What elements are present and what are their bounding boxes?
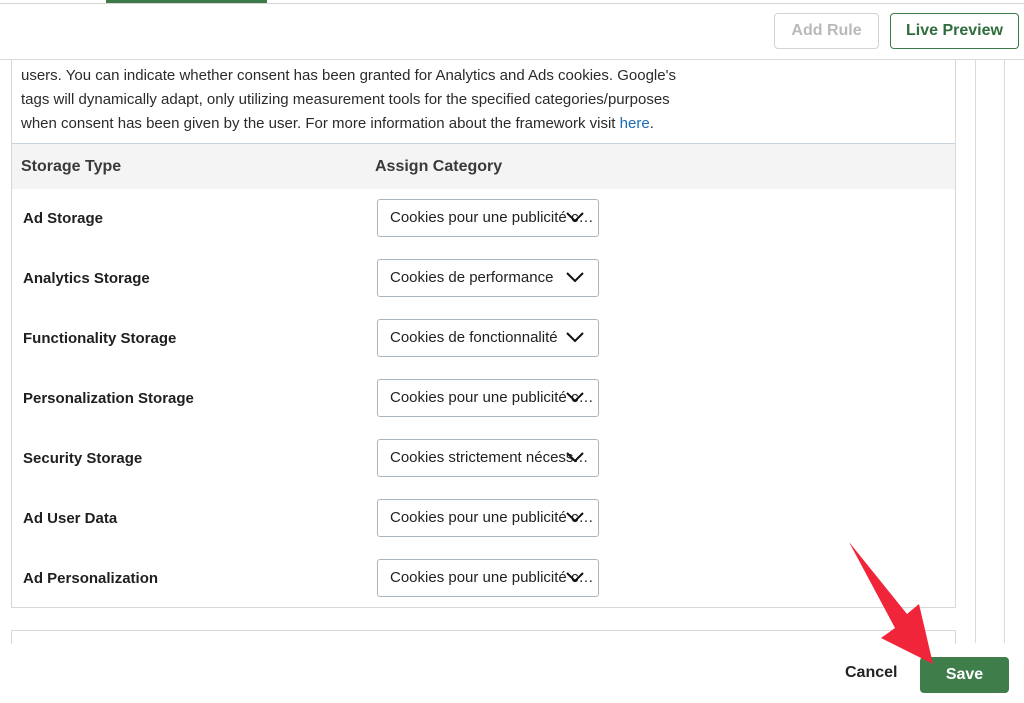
chevron-down-icon: [566, 392, 584, 403]
consent-mode-description: users. You can indicate whether consent …: [21, 64, 701, 136]
storage-type-label: Ad Storage: [23, 210, 104, 227]
chevron-down-icon: [566, 512, 584, 523]
storage-table-header: Storage Type Assign Category: [12, 143, 955, 189]
description-line-3-text: when consent has been given by the user.…: [21, 115, 620, 132]
category-select[interactable]: Cookies strictement nécessaires: [377, 439, 599, 477]
chevron-down-icon: [566, 452, 584, 463]
storage-type-label: Personalization Storage: [23, 390, 194, 407]
description-line-3: when consent has been given by the user.…: [21, 112, 701, 136]
storage-type-label: Ad User Data: [23, 510, 118, 527]
storage-type-label: Ad Personalization: [23, 570, 159, 587]
cancel-button[interactable]: Cancel: [845, 664, 897, 682]
live-preview-button[interactable]: Live Preview: [890, 13, 1019, 49]
category-select[interactable]: Cookies pour une publicité ciblée: [377, 499, 599, 537]
scroll-rail: [975, 58, 976, 643]
annotation-arrow-icon: [849, 542, 933, 664]
category-select[interactable]: Cookies de performance: [377, 259, 599, 297]
category-select[interactable]: Cookies pour une publicité ciblée: [377, 199, 599, 237]
description-line-2: tags will dynamically adapt, only utiliz…: [21, 91, 670, 108]
storage-type-label: Analytics Storage: [23, 270, 150, 287]
description-line-1: users. You can indicate whether consent …: [21, 67, 676, 84]
category-select[interactable]: Cookies pour une publicité ciblée: [377, 559, 599, 597]
storage-type-label: Security Storage: [23, 450, 143, 467]
chevron-down-icon: [566, 272, 584, 283]
framework-info-link[interactable]: here: [620, 115, 650, 132]
add-rule-button[interactable]: Add Rule: [774, 13, 879, 49]
category-select[interactable]: Cookies pour une publicité ciblée: [377, 379, 599, 417]
active-tab-indicator: [106, 0, 267, 3]
scroll-rail-outer: [1004, 58, 1005, 643]
top-toolbar: Add Rule Live Preview: [0, 4, 1024, 60]
storage-type-header: Storage Type: [21, 158, 122, 175]
assign-category-header: Assign Category: [375, 158, 503, 175]
description-line-3-end: .: [649, 115, 654, 132]
storage-type-label: Functionality Storage: [23, 330, 177, 347]
chevron-down-icon: [566, 332, 584, 343]
chevron-down-icon: [566, 572, 584, 583]
category-select[interactable]: Cookies de fonctionnalité: [377, 319, 599, 357]
chevron-down-icon: [566, 212, 584, 223]
